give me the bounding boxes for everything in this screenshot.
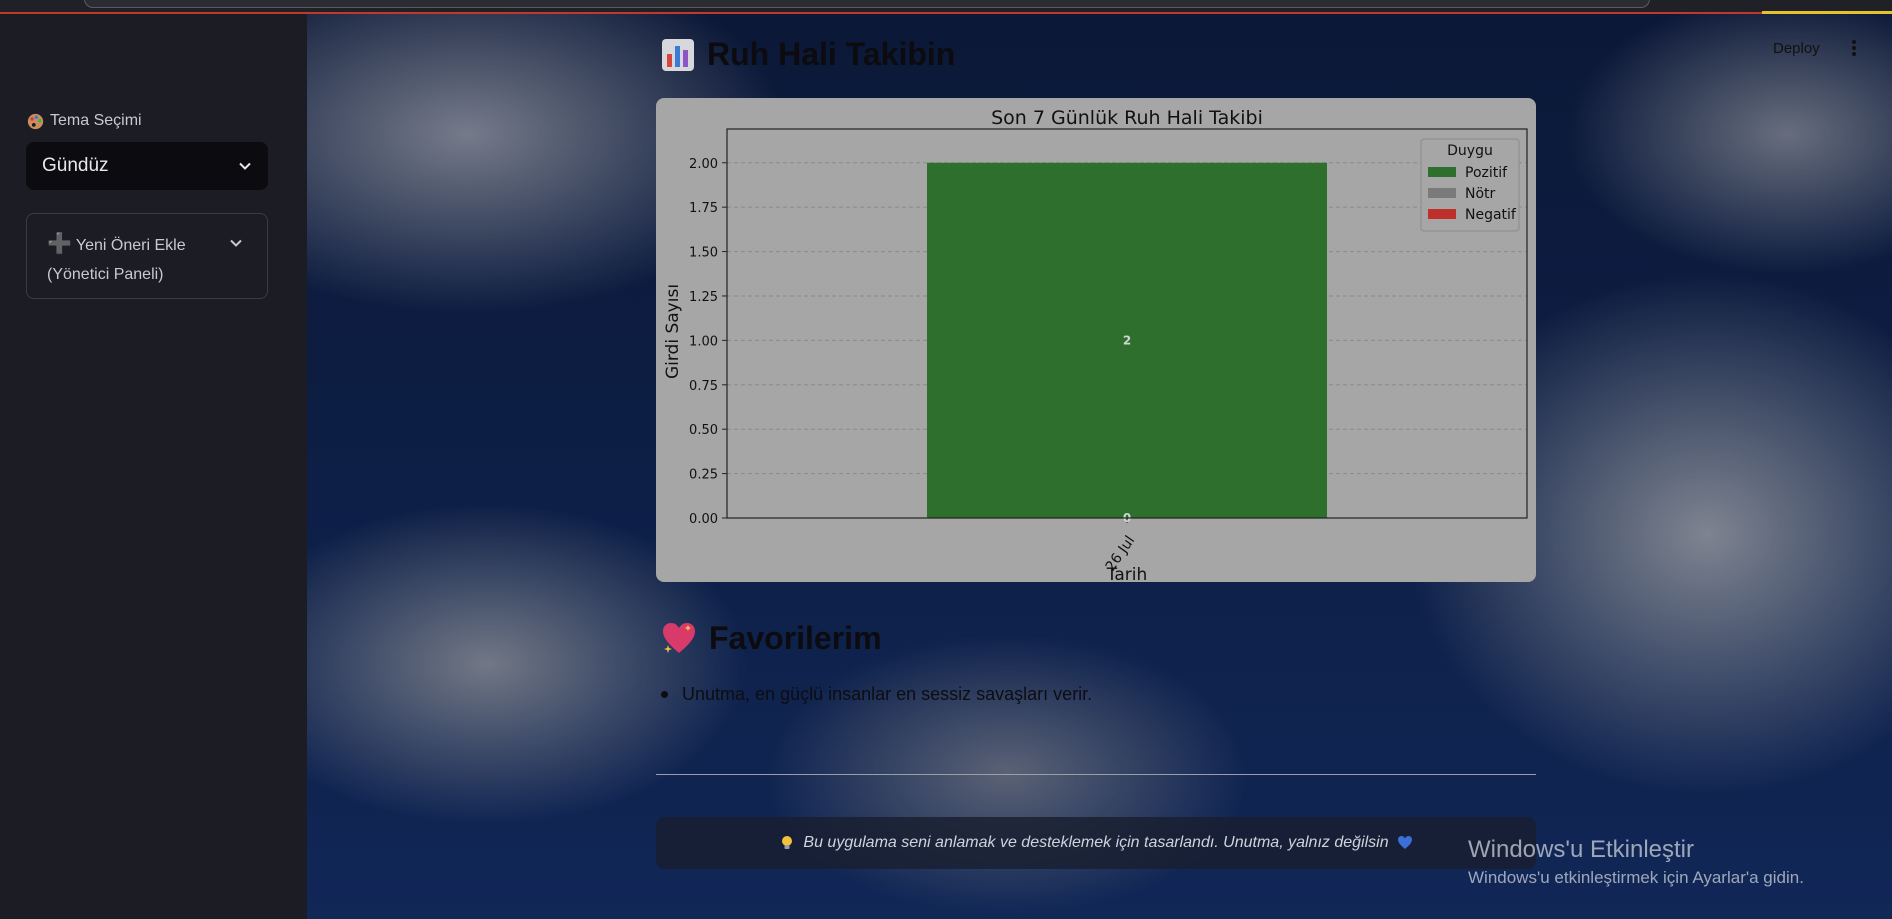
- browser-top-strip: [0, 0, 1892, 14]
- windows-activation-watermark: Windows'u Etkinleştir Windows'u etkinleş…: [1468, 836, 1804, 888]
- accent-strip: [1762, 11, 1892, 14]
- sidebar: Tema Seçimi Gündüz ➕ Yeni Öneri Ekle (Yön…: [0, 14, 307, 919]
- admin-expander[interactable]: ➕ Yeni Öneri Ekle (Yönetici Paneli): [26, 213, 268, 299]
- legend-label: Nötr: [1465, 186, 1496, 202]
- favorites-title-text: Favorilerim: [709, 620, 882, 656]
- legend-label: Pozitif: [1465, 165, 1508, 181]
- y-tick-label: 1.50: [689, 246, 718, 261]
- watermark-subtitle: Windows'u etkinleştirmek için Ayarlar'a …: [1468, 868, 1804, 887]
- legend-swatch: [1428, 209, 1456, 219]
- mood-chart: Son 7 Günlük Ruh Hali Takibi 0.00 0.25 0.50…: [656, 98, 1536, 582]
- list-item: Unutma, en güçlü insanlar en sessiz sava…: [661, 684, 1092, 705]
- mood-title: Ruh Hali Takibin: [661, 36, 955, 73]
- y-tick-label: 0.50: [689, 423, 718, 438]
- chevron-down-icon: [230, 239, 242, 247]
- y-tick-label: 2.00: [689, 157, 718, 172]
- deploy-button[interactable]: Deploy: [1773, 40, 1820, 57]
- footer-banner: Bu uygulama seni anlamak ve desteklemek …: [656, 817, 1536, 869]
- blue-heart-icon: [1397, 836, 1412, 849]
- main-area: Deploy Ruh Hali Takibin Son 7 Günlük Ruh…: [307, 14, 1892, 919]
- favorites-title: Favorilerim: [661, 620, 882, 657]
- data-label: 2: [1123, 333, 1131, 347]
- theme-select-value: Gündüz: [42, 155, 109, 176]
- more-menu-icon[interactable]: [1851, 40, 1857, 56]
- y-tick-label: 1.00: [689, 334, 718, 349]
- y-tick-label: 0.75: [689, 379, 718, 394]
- bar-chart-icon: [662, 38, 694, 71]
- theme-label-text: Tema Seçimi: [50, 112, 142, 129]
- x-axis-label: Tarih: [1106, 565, 1147, 582]
- legend-title: Duygu: [1447, 143, 1493, 159]
- theme-label: Tema Seçimi: [27, 112, 142, 130]
- theme-select[interactable]: Gündüz: [26, 142, 268, 190]
- plus-icon: ➕: [47, 233, 72, 255]
- y-tick-label: 1.75: [689, 201, 718, 216]
- chart-title: Son 7 Günlük Ruh Hali Takibi: [991, 107, 1263, 129]
- y-axis-label: Girdi Sayısı: [663, 284, 683, 379]
- legend-swatch: [1428, 167, 1456, 177]
- y-tick-label: 1.25: [689, 290, 718, 305]
- palette-icon: [27, 113, 44, 129]
- favorites-list: Unutma, en güçlü insanlar en sessiz sava…: [661, 684, 1092, 705]
- chevron-down-icon: [239, 162, 251, 170]
- watermark-title: Windows'u Etkinleştir: [1468, 836, 1694, 863]
- y-tick-label: 0.25: [689, 468, 718, 483]
- mood-title-text: Ruh Hali Takibin: [707, 36, 956, 72]
- footer-text: Bu uygulama seni anlamak ve desteklemek …: [803, 834, 1389, 851]
- legend-label: Negatif: [1465, 207, 1517, 223]
- favorite-text: Unutma, en güçlü insanlar en sessiz sava…: [682, 684, 1093, 704]
- sparkling-heart-icon: [663, 622, 695, 653]
- address-bar[interactable]: [84, 0, 1650, 8]
- chart-svg: Son 7 Günlük Ruh Hali Takibi 0.00 0.25 0.50…: [663, 107, 1528, 582]
- legend-swatch: [1428, 188, 1456, 198]
- divider: [656, 774, 1536, 775]
- y-tick-label: 0.00: [689, 512, 718, 527]
- lightbulb-icon: [782, 836, 793, 849]
